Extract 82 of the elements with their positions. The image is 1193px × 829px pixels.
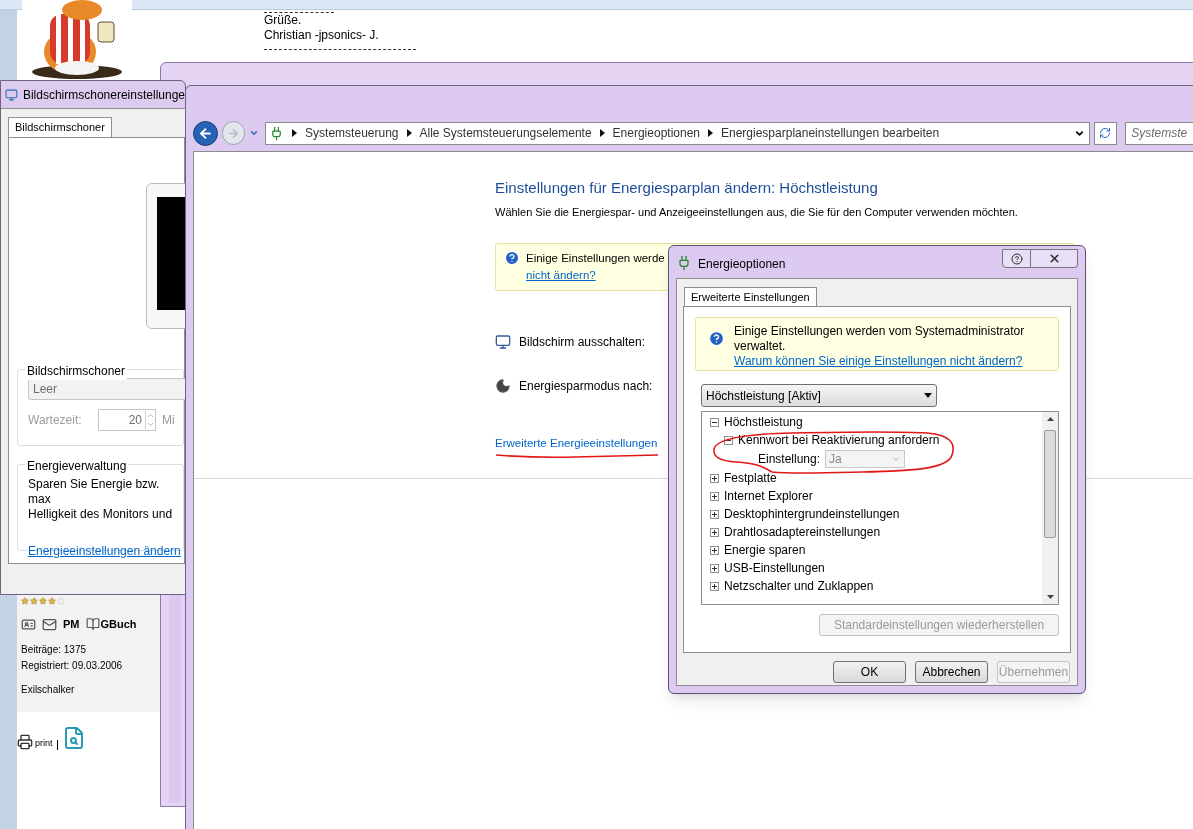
collapse-icon[interactable] (710, 417, 719, 427)
breadcrumb-arrow-icon[interactable] (406, 129, 412, 137)
notice-text: Einige Einstellungen werde (526, 251, 665, 266)
plan-dropdown[interactable]: Höchstleistung [Aktiv] (701, 384, 937, 407)
help-icon (708, 330, 725, 347)
user-location: Exilschalker (21, 682, 76, 697)
expand-icon[interactable] (710, 527, 719, 537)
book-icon[interactable] (85, 617, 100, 632)
scroll-up-icon[interactable] (1046, 417, 1054, 421)
close-button[interactable] (1031, 249, 1078, 268)
dialog-button[interactable]: Abbrechen (915, 661, 988, 683)
scroll-down-icon[interactable] (1046, 595, 1054, 599)
help-button[interactable] (1002, 249, 1031, 268)
expand-icon[interactable] (710, 509, 719, 519)
help-icon (1010, 252, 1023, 265)
tree-item[interactable]: Höchstleistung (724, 413, 803, 431)
search-field[interactable]: Systemste (1125, 121, 1193, 145)
screensaver-dropdown[interactable]: Leer (28, 378, 185, 400)
breadcrumb-item[interactable]: Alle Systemsteuerungselemente (419, 124, 592, 142)
advanced-settings-link[interactable]: Erweiterte Energieeinstellungen (495, 435, 658, 453)
monitor-icon (5, 87, 18, 102)
power-plug-icon (676, 255, 692, 271)
tab[interactable]: Erweiterte Einstellungen (684, 287, 817, 306)
setting-label: Bildschirm ausschalten: (519, 334, 646, 351)
help-icon (504, 250, 520, 266)
dialog-title: Energieoptionen (698, 256, 786, 273)
scrollbar[interactable] (1042, 412, 1058, 604)
breadcrumb-item[interactable]: Energiesparplaneinstellungen bearbeiten (721, 124, 940, 142)
breadcrumb-item[interactable]: Systemsteuerung (305, 124, 399, 142)
tree-item[interactable]: USB-Einstellungen (724, 559, 825, 577)
history-dropdown-icon[interactable] (249, 128, 260, 138)
expand-icon[interactable] (710, 491, 719, 501)
back-button[interactable] (193, 120, 218, 146)
setting-label: Einstellung: (758, 451, 821, 468)
tab[interactable]: Bildschirmschoner (8, 117, 112, 137)
dropdown-arrow-icon (924, 393, 932, 398)
tree-item[interactable]: Drahtlosadaptereinstellungen (724, 523, 881, 541)
dialog-button[interactable]: OK (833, 661, 906, 683)
window-title: Bildschirmschonereinstellunge (22, 86, 185, 104)
expand-icon[interactable] (710, 545, 719, 555)
wait-unit: Mi (162, 412, 175, 429)
mail-icon[interactable] (42, 616, 57, 632)
breadcrumb-arrow-icon[interactable] (708, 129, 713, 137)
notice-text: Einige Einstellungen werden vom Systemadministrator verwaltet. Warum können Sie einige Einstellungen nicht ändern? (734, 324, 1026, 370)
collapse-icon[interactable] (724, 435, 733, 445)
tree-item[interactable]: Desktophintergrundeinstellungen (724, 505, 900, 523)
power-settings-link[interactable]: Energieeinstellungen ändern (28, 542, 183, 560)
refresh-icon (1099, 127, 1112, 139)
wait-spinner[interactable]: 20 (98, 409, 156, 431)
tree-item[interactable]: Internet Explorer (724, 487, 813, 505)
moon-icon (495, 378, 511, 394)
power-description: Sparen Sie Energie bzw. max Helligkeit des Monitors und (28, 477, 174, 522)
profile-icon[interactable] (21, 616, 36, 632)
expand-icon[interactable] (710, 563, 719, 573)
signature-text: Grüße. (264, 13, 303, 28)
setting-label: Energiesparmodus nach: (519, 378, 653, 395)
tree-item[interactable]: Festplatte (724, 469, 777, 487)
expand-icon[interactable] (710, 473, 719, 483)
page-heading: Einstellungen für Energiesparplan ändern: Höchstleistung (495, 178, 879, 198)
refresh-button[interactable] (1093, 121, 1118, 145)
printer-icon[interactable] (17, 734, 33, 750)
wait-label: Wartezeit: (28, 412, 83, 429)
tree-item[interactable]: Netzschalter und Zuklappen (724, 577, 874, 595)
address-bar[interactable]: Systemsteuerung Alle Systemsteuerungselemente Energieoptionen Energiesparplaneinstellungen bearbeiten (265, 121, 1090, 145)
notice-link[interactable]: nicht ändern? (526, 267, 596, 285)
breadcrumb-arrow-icon[interactable] (292, 129, 298, 137)
registration-date: Registriert: 09.03.2006 (21, 658, 124, 673)
page-description: Wählen Sie die Energiespar- und Anzeigeeinstellungen aus, die Sie für den Computer verwenden möchten. (495, 204, 1019, 220)
post-count: Beiträge: 1375 (21, 642, 88, 657)
print-link[interactable]: print (35, 736, 53, 750)
breadcrumb-arrow-icon[interactable] (599, 129, 605, 137)
expand-icon[interactable] (710, 581, 719, 591)
forward-arrow-icon (226, 126, 240, 140)
pm-link[interactable]: PM (63, 616, 80, 633)
tree-item[interactable]: Kennwort bei Reaktivierung anfordern (738, 431, 940, 449)
breadcrumb-item[interactable]: Energieoptionen (612, 124, 700, 142)
notice-link[interactable]: Warum können Sie einige Einstellungen nicht ändern? (734, 354, 1023, 368)
tree-item[interactable]: Energie sparen (724, 541, 806, 559)
monitor-clock-icon (495, 334, 511, 350)
close-icon (1047, 252, 1061, 265)
guestbook-link[interactable]: GBuch (100, 616, 137, 633)
signature-text: Christian -jpsonics- J. (264, 28, 380, 43)
